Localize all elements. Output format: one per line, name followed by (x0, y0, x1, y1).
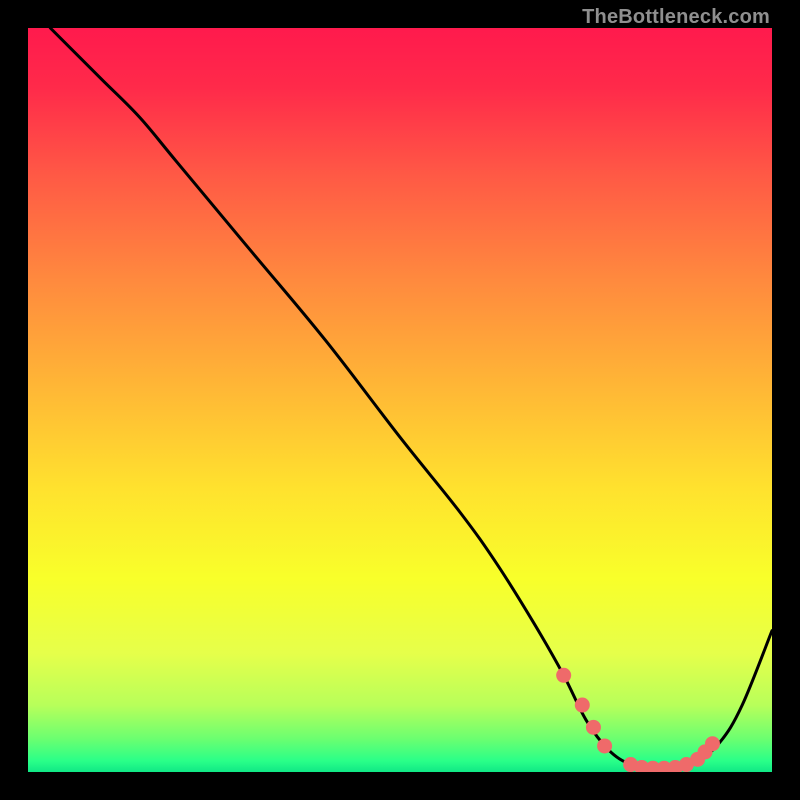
marker-dot (597, 738, 612, 753)
chart-container (28, 28, 772, 772)
bottleneck-chart (28, 28, 772, 772)
marker-dot (705, 736, 720, 751)
watermark-text: TheBottleneck.com (582, 6, 770, 29)
marker-dot (575, 698, 590, 713)
chart-background-gradient (28, 28, 772, 772)
marker-dot (556, 668, 571, 683)
marker-dot (586, 720, 601, 735)
